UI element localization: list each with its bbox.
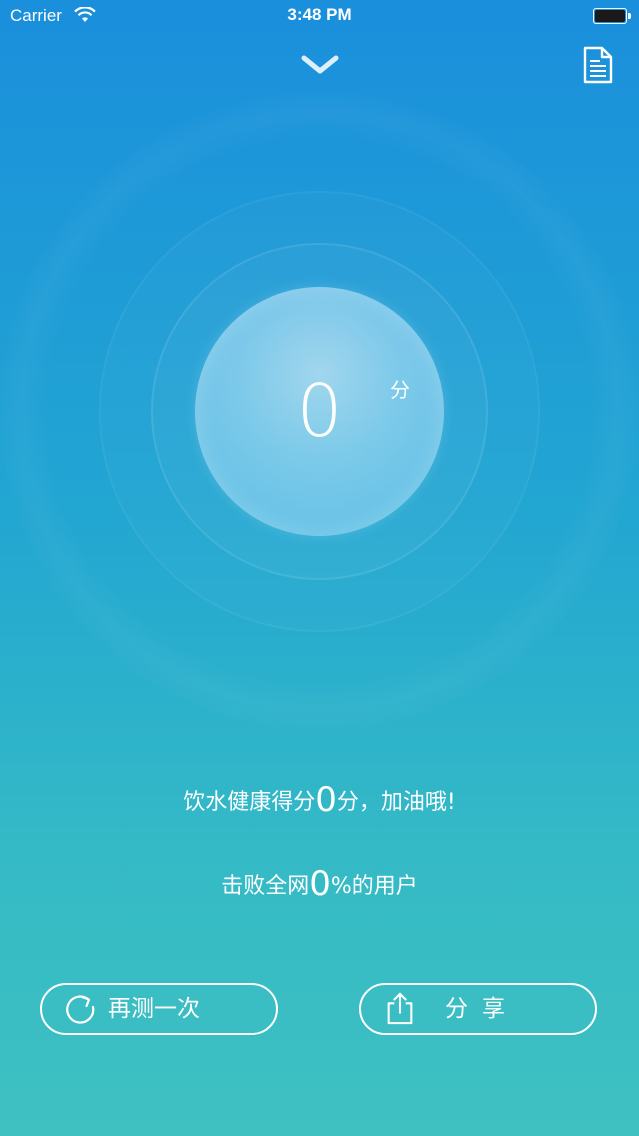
share-icon [387, 992, 413, 1025]
rank-message: 击败全网0%的用户 [0, 864, 639, 904]
chevron-down-icon[interactable] [300, 54, 340, 76]
clock-time: 3:48 PM [287, 5, 352, 24]
battery-icon [593, 8, 631, 24]
rank-prefix: 击败全网 [221, 874, 310, 899]
health-score-suffix: 分，加油哦! [336, 790, 456, 815]
retest-button[interactable]: 再测一次 [40, 983, 278, 1035]
status-bar: Carrier 3:48 PM [0, 0, 639, 32]
health-score-message: 饮水健康得分0分，加油哦! [0, 780, 639, 820]
rank-percent-number: 0 [309, 864, 331, 904]
health-score-prefix: 饮水健康得分 [183, 790, 316, 815]
score-unit: 分 [390, 378, 410, 402]
share-button[interactable]: 分享 [359, 983, 597, 1035]
document-icon[interactable] [582, 46, 614, 84]
share-label: 分享 [445, 996, 519, 1022]
refresh-icon [66, 995, 95, 1024]
health-score-number: 0 [315, 780, 337, 820]
retest-label: 再测一次 [108, 996, 200, 1022]
rank-suffix: %的用户 [330, 874, 418, 899]
